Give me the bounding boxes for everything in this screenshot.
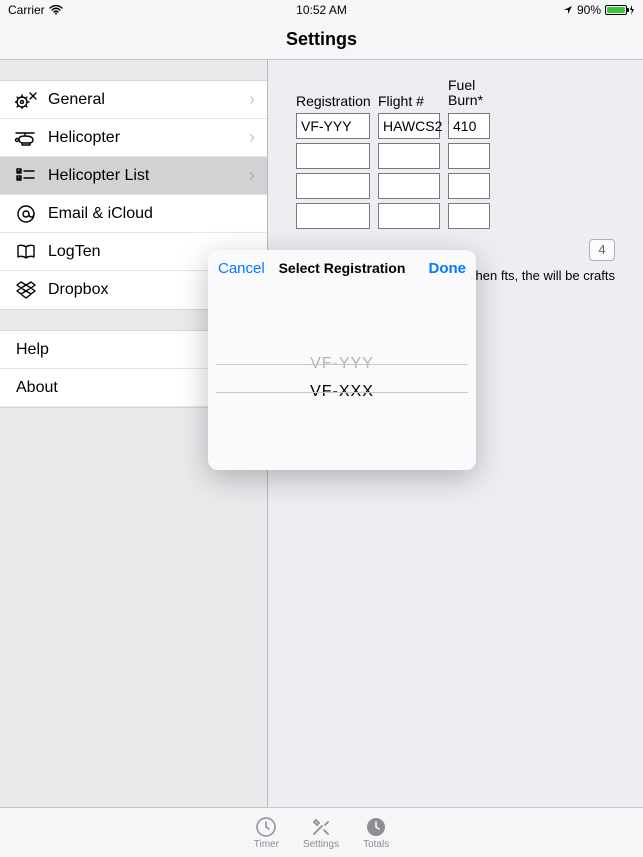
flight-field[interactable]: HAWCS2 [378, 113, 440, 139]
tab-label: Settings [303, 839, 339, 850]
list-icon [12, 168, 40, 184]
battery-icon [605, 5, 635, 15]
tab-bar: Timer Settings Totals [0, 807, 643, 857]
gear-icon [12, 91, 40, 109]
charging-icon [629, 5, 635, 15]
status-bar: Carrier 10:52 AM 90% [0, 0, 643, 20]
registration-field[interactable] [296, 203, 370, 229]
wifi-icon [49, 5, 63, 15]
fuel-field[interactable] [448, 203, 490, 229]
battery-pct: 90% [577, 3, 601, 17]
chevron-right-icon: › [249, 89, 255, 110]
count-button[interactable]: 4 [589, 239, 615, 261]
popover-title: Select Registration [279, 260, 406, 276]
sidebar-item-label: Email & iCloud [40, 205, 255, 223]
location-icon [563, 5, 573, 15]
sidebar-item-label: About [16, 379, 58, 397]
cancel-button[interactable]: Cancel [218, 260, 265, 277]
fuel-field[interactable]: 410 [448, 113, 490, 139]
carrier-label: Carrier [8, 3, 45, 17]
sidebar-item-label: Helicopter List [40, 167, 249, 185]
header-fuel-burn: Fuel Burn* [448, 78, 490, 109]
tab-totals[interactable]: Totals [363, 816, 389, 850]
registration-picker[interactable]: VF-YYY VF-XXX [208, 286, 476, 470]
flight-field[interactable] [378, 143, 440, 169]
tab-timer[interactable]: Timer [254, 816, 279, 850]
sidebar-item-general[interactable]: General › [0, 81, 267, 119]
clock: 10:52 AM [296, 3, 347, 17]
chevron-right-icon: › [249, 127, 255, 148]
tools-icon [310, 816, 332, 838]
registration-field[interactable] [296, 173, 370, 199]
fuel-field[interactable] [448, 173, 490, 199]
sidebar-item-helicopter-list[interactable]: Helicopter List › [0, 157, 267, 195]
page-title: Settings [286, 29, 357, 50]
sidebar-item-label: Helicopter [40, 129, 249, 147]
sidebar-item-label: Help [16, 341, 49, 359]
chevron-right-icon: › [249, 165, 255, 186]
registration-field[interactable] [296, 143, 370, 169]
done-button[interactable]: Done [429, 260, 467, 277]
clock-filled-icon [365, 816, 387, 838]
sidebar-item-label: General [40, 91, 249, 109]
tab-label: Totals [363, 839, 389, 850]
registration-field[interactable]: VF-YYY [296, 113, 370, 139]
dropbox-icon [12, 281, 40, 299]
flight-field[interactable] [378, 203, 440, 229]
tab-settings[interactable]: Settings [303, 816, 339, 850]
book-icon [12, 244, 40, 260]
sidebar-item-helicopter[interactable]: Helicopter › [0, 119, 267, 157]
flight-field[interactable] [378, 173, 440, 199]
clock-icon [255, 816, 277, 838]
header-registration: Registration [296, 93, 370, 109]
header-flight: Flight # [378, 93, 440, 109]
tab-label: Timer [254, 839, 279, 850]
select-registration-popover: Cancel Select Registration Done VF-YYY V… [208, 250, 476, 470]
fuel-field[interactable] [448, 143, 490, 169]
at-icon [12, 204, 40, 224]
sidebar-item-email-icloud[interactable]: Email & iCloud [0, 195, 267, 233]
helicopter-icon [12, 130, 40, 146]
navbar: Settings [0, 20, 643, 60]
